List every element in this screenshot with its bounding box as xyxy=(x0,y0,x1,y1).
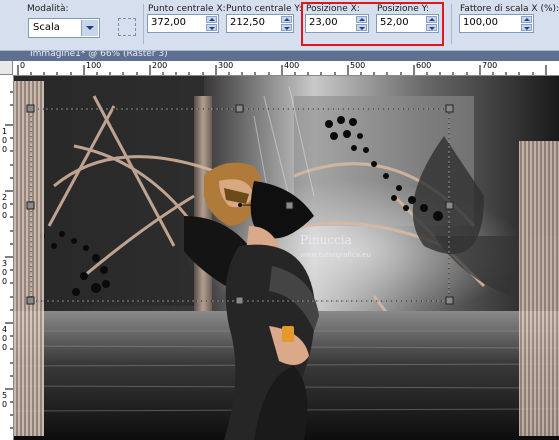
mode-select[interactable]: Scala xyxy=(28,18,100,38)
scale-x-value: 100,00 xyxy=(463,17,498,28)
center-y-input[interactable]: 212,50 xyxy=(226,14,294,33)
ruler-label: 0 xyxy=(2,400,8,409)
spin-up-icon[interactable] xyxy=(281,16,292,23)
ruler-label: 0 xyxy=(2,211,8,220)
ruler-label: 100 xyxy=(86,61,102,70)
ruler-corner xyxy=(0,61,13,75)
image-canvas[interactable]: Pinuccia www.tutorgrafica.eu xyxy=(14,76,559,440)
resize-handle[interactable] xyxy=(26,201,35,210)
watermark-name: Pinuccia xyxy=(300,233,352,247)
ruler-label: 5 xyxy=(2,391,8,400)
scale-x-input[interactable]: 100,00 xyxy=(459,14,534,33)
horizontal-ruler: 0 100 200 300 400 500 600 700 xyxy=(13,61,559,76)
ruler-label: 3 xyxy=(2,259,8,268)
resize-handle[interactable] xyxy=(235,104,244,113)
document-title: Immagine1* @ 66% (Raster 3) xyxy=(30,51,168,59)
mode-value: Scala xyxy=(33,22,60,33)
pick-tool-icon[interactable] xyxy=(118,18,136,36)
resize-handle[interactable] xyxy=(445,104,454,113)
ruler-label: 2 xyxy=(2,193,8,202)
spin-up-icon[interactable] xyxy=(521,16,532,23)
resize-handle[interactable] xyxy=(26,296,35,305)
resize-handle[interactable] xyxy=(445,296,454,305)
ruler-label: 0 xyxy=(2,334,8,343)
tool-options-palette: Modalità: Scala Punto centrale X: 372,00… xyxy=(0,0,559,51)
ruler-label: 4 xyxy=(2,325,8,334)
chevron-down-icon[interactable] xyxy=(81,20,98,36)
vertical-ruler: 1 0 0 2 0 0 3 0 0 4 0 0 5 0 xyxy=(0,75,14,440)
ruler-label: 500 xyxy=(350,61,366,70)
center-y-value: 212,50 xyxy=(230,17,265,28)
ruler-label: 0 xyxy=(2,277,8,286)
ruler-label: 0 xyxy=(2,202,8,211)
spin-down-icon[interactable] xyxy=(281,24,292,31)
rotation-handle[interactable] xyxy=(285,201,294,210)
watermark-url: www.tutorgrafica.eu xyxy=(300,251,371,259)
separator xyxy=(451,4,452,44)
spin-down-icon[interactable] xyxy=(206,24,217,31)
mode-label: Modalità: xyxy=(27,4,69,14)
highlight-box xyxy=(301,2,444,46)
resize-handle[interactable] xyxy=(26,104,35,113)
document-title-bar[interactable]: Immagine1* @ 66% (Raster 3) xyxy=(0,51,559,61)
resize-handle[interactable] xyxy=(445,201,454,210)
ruler-label: 200 xyxy=(152,61,168,70)
ruler-label: 0 xyxy=(2,136,8,145)
center-x-input[interactable]: 372,00 xyxy=(147,14,219,33)
ruler-label: 0 xyxy=(2,145,8,154)
mode-group: Modalità: xyxy=(27,4,69,15)
spin-down-icon[interactable] xyxy=(521,24,532,31)
resize-handle[interactable] xyxy=(235,296,244,305)
spin-up-icon[interactable] xyxy=(206,16,217,23)
ruler-label: 600 xyxy=(416,61,432,70)
ruler-label: 0 xyxy=(20,61,26,70)
ruler-label: 0 xyxy=(2,343,8,352)
ruler-label: 300 xyxy=(218,61,234,70)
ruler-label: 1 xyxy=(2,127,8,136)
artwork: Pinuccia www.tutorgrafica.eu xyxy=(14,76,559,440)
separator xyxy=(143,4,144,44)
ruler-label: 400 xyxy=(284,61,300,70)
ruler-label: 0 xyxy=(2,268,8,277)
ruler-label: 700 xyxy=(482,61,498,70)
center-x-value: 372,00 xyxy=(151,17,186,28)
